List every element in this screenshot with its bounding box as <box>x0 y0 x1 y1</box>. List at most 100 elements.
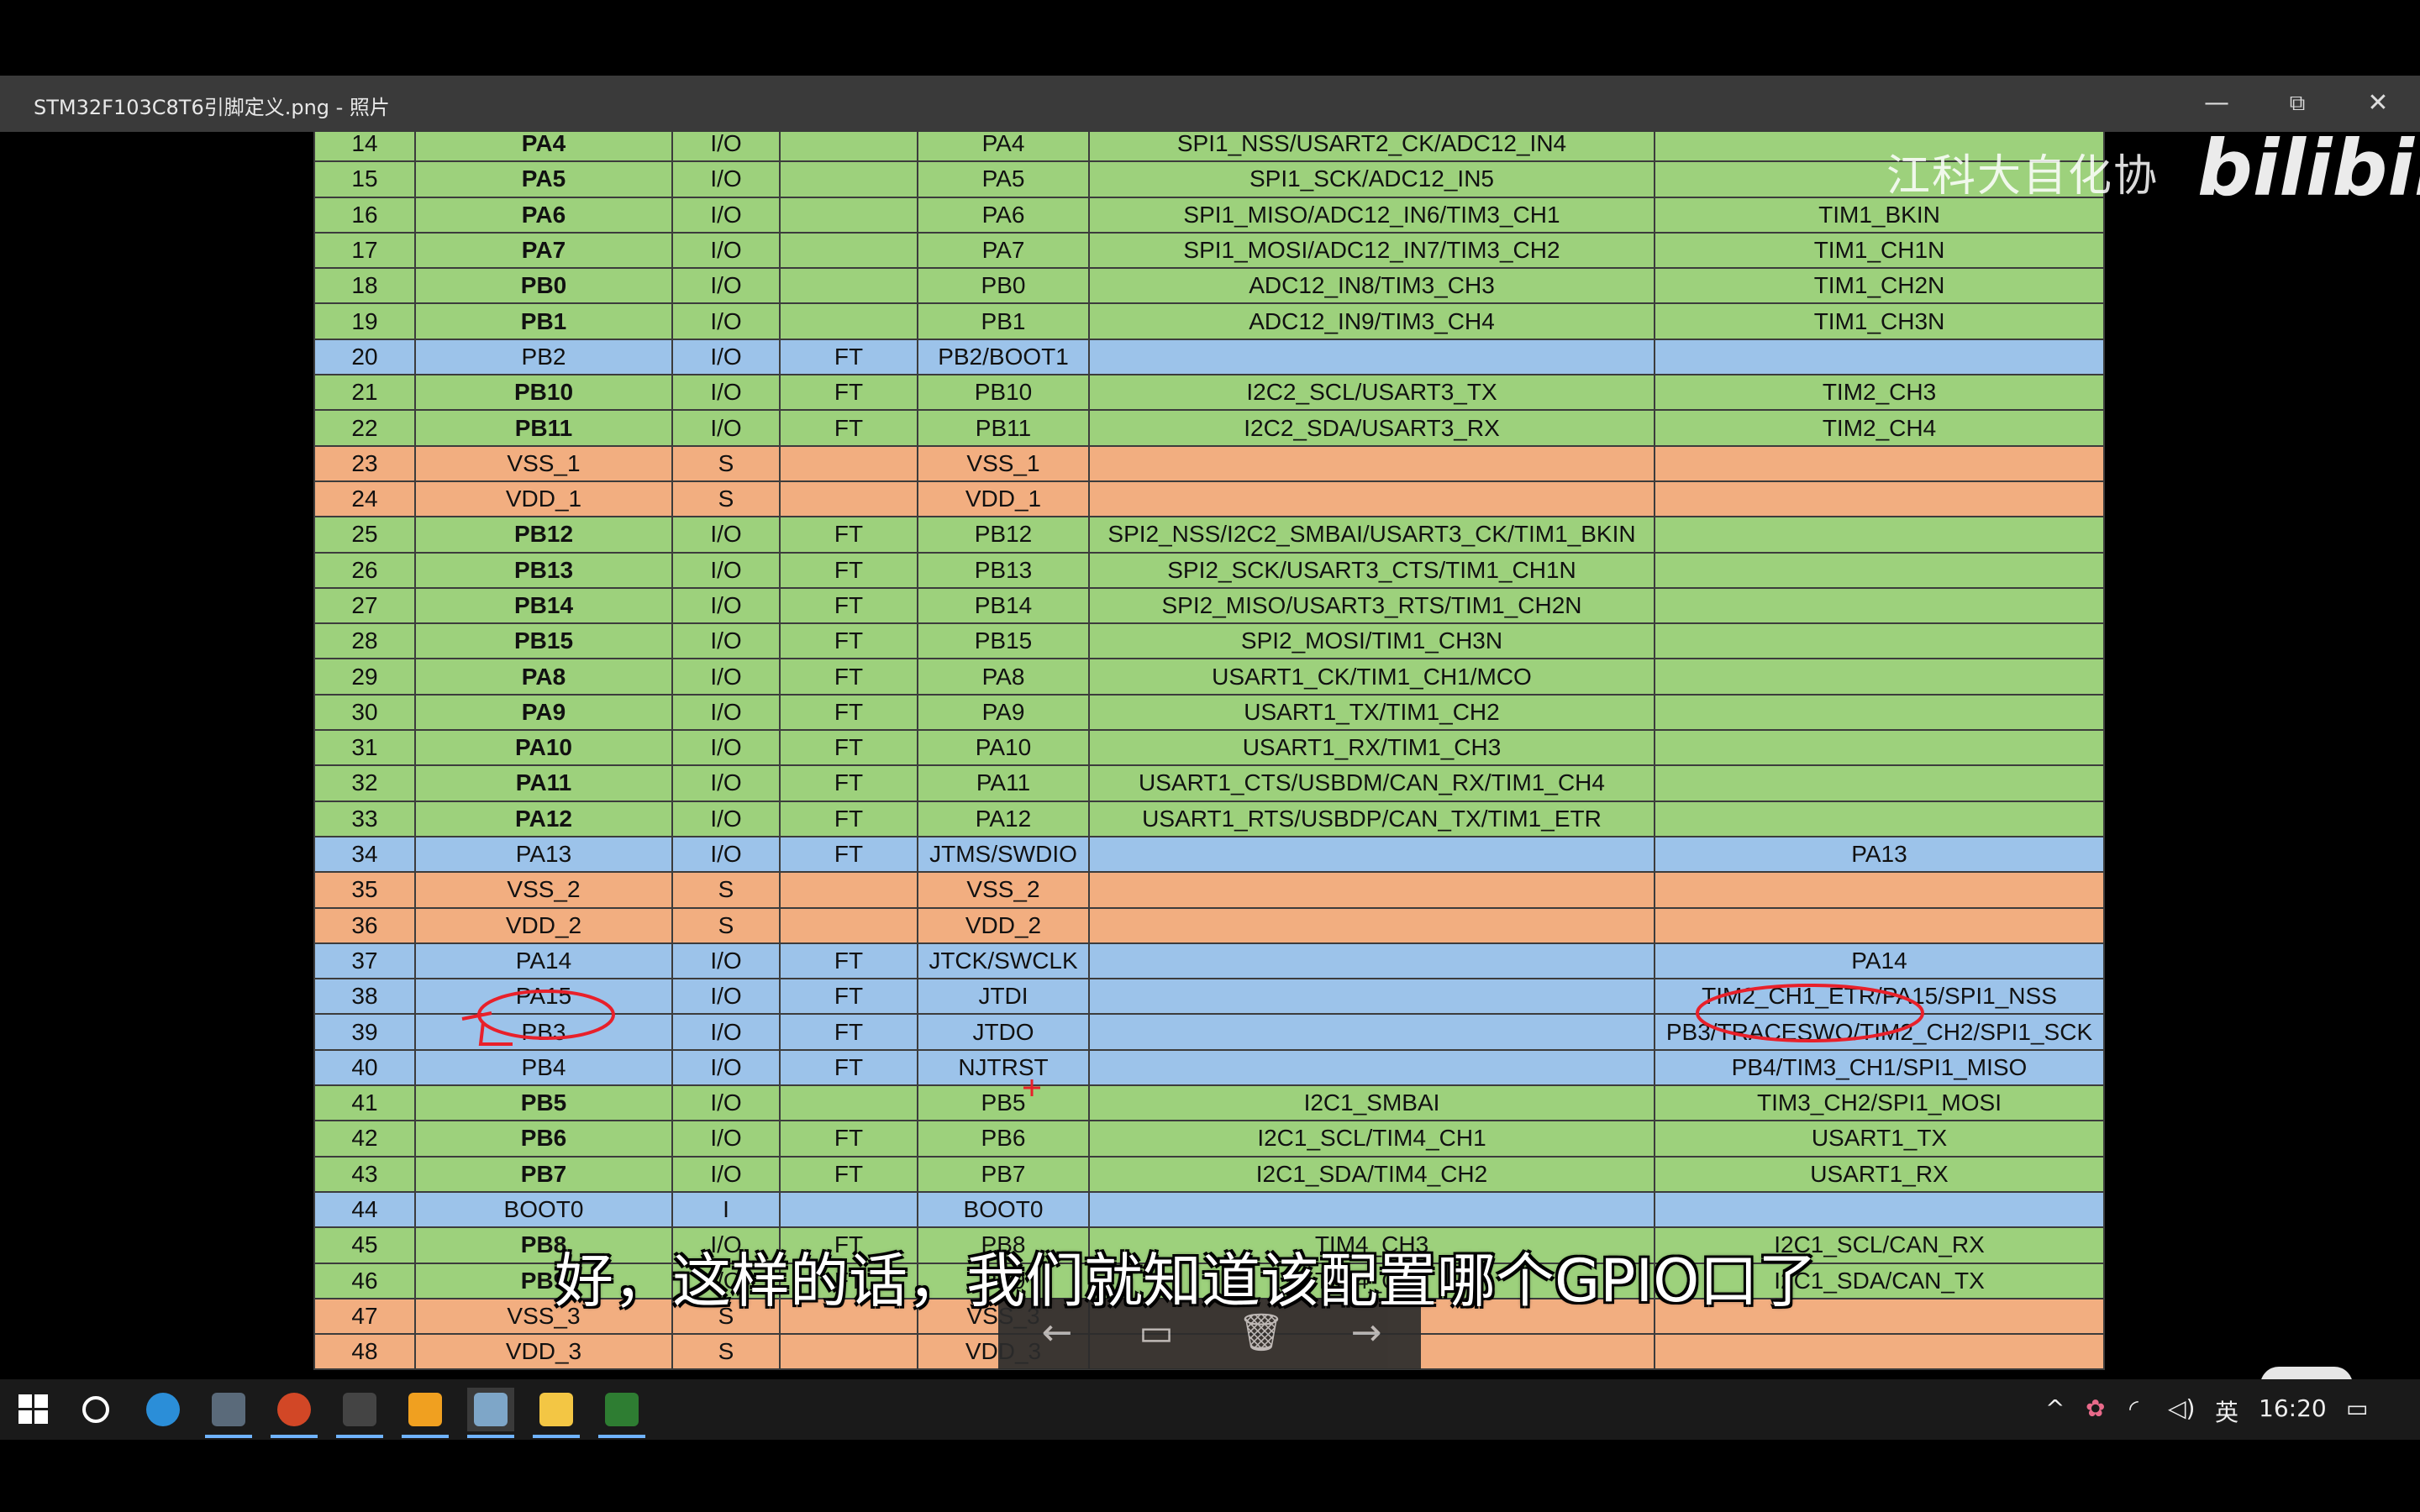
tray-expand-icon[interactable]: ^ <box>2045 1394 2065 1422</box>
table-cell-default <box>1088 978 1655 1016</box>
table-cell-level: FT <box>779 1155 918 1193</box>
table-cell-pin: PA9 <box>414 693 673 732</box>
bilibili-tv-icon[interactable] <box>2260 1367 2353 1379</box>
table-cell-num: 15 <box>313 160 416 198</box>
orange-app-icon[interactable] <box>402 1388 449 1438</box>
table-cell-default <box>1088 835 1655 874</box>
table-cell-num: 20 <box>313 338 416 376</box>
table-cell-pin: VDD_1 <box>414 480 673 518</box>
table-cell-num: 39 <box>313 1013 416 1051</box>
close-icon[interactable]: ✕ <box>2353 82 2403 124</box>
table-cell-type: I/O <box>671 132 781 163</box>
table-row: 15 PA5 I/O PA5 SPI1_SCK/ADC12_IN5 <box>313 160 2105 198</box>
table-cell-pin: PA11 <box>414 764 673 802</box>
windows-taskbar: ^ ✿ ◜ ◁) 英 16:20 ▭ <box>0 1379 2420 1440</box>
edge-browser-icon[interactable] <box>139 1388 187 1431</box>
table-cell-type: I/O <box>671 658 781 696</box>
table-cell-type: I/O <box>671 302 781 340</box>
table-row: 30 PA9 I/O FT PA9 USART1_TX/TIM1_CH2 <box>313 693 2105 732</box>
table-row: 21 PB10 I/O FT PB10 I2C2_SCL/USART3_TX TIM2_CH… <box>313 374 2105 412</box>
table-cell-remap <box>1654 871 2105 909</box>
start-menu-icon[interactable] <box>10 1388 57 1431</box>
notification-center-icon[interactable]: ▭ <box>2346 1394 2368 1422</box>
table-cell-type: I/O <box>671 196 781 234</box>
file-explorer-icon[interactable] <box>533 1388 580 1438</box>
table-cell-num: 45 <box>313 1226 416 1264</box>
table-cell-default <box>1088 871 1655 909</box>
minimize-icon[interactable]: — <box>2191 82 2242 124</box>
camera-app-icon[interactable] <box>205 1388 252 1438</box>
table-cell-default: I2C1_SMBAI <box>1088 1084 1655 1122</box>
excel-like-app-icon[interactable] <box>598 1388 645 1438</box>
table-cell-num: 38 <box>313 978 416 1016</box>
table-cell-type: I/O <box>671 231 781 270</box>
table-cell-remap: TIM2_CH4 <box>1654 409 2105 447</box>
tray-app-icon[interactable]: ✿ <box>2086 1394 2105 1422</box>
table-cell-main: NJTRST <box>917 1048 1090 1087</box>
table-cell-level: FT <box>779 516 918 554</box>
table-cell-type: I/O <box>671 516 781 554</box>
table-cell-main: PB2/BOOT1 <box>917 338 1090 376</box>
table-row: 24 VDD_1 S VDD_1 <box>313 480 2105 518</box>
table-cell-pin: VDD_2 <box>414 906 673 944</box>
table-cell-pin: PA5 <box>414 160 673 198</box>
table-cell-main: PB13 <box>917 551 1090 589</box>
table-cell-num: 42 <box>313 1120 416 1158</box>
table-cell-type: I/O <box>671 1155 781 1193</box>
search-circle-icon[interactable] <box>72 1388 119 1431</box>
table-cell-level <box>779 1190 918 1229</box>
table-cell-main: JTCK/SWCLK <box>917 942 1090 980</box>
table-cell-level: FT <box>779 551 918 589</box>
photos-app-icon[interactable] <box>467 1388 514 1438</box>
ide-app-icon[interactable] <box>336 1388 383 1438</box>
table-cell-pin: PA12 <box>414 800 673 837</box>
table-cell-remap: PA14 <box>1654 942 2105 980</box>
restore-icon[interactable]: ⧉ <box>2272 82 2323 124</box>
table-cell-level <box>779 480 918 518</box>
table-cell-pin: PB6 <box>414 1120 673 1158</box>
table-cell-level: FT <box>779 978 918 1016</box>
table-cell-remap: TIM3_CH2/SPI1_MOSI <box>1654 1084 2105 1122</box>
clock[interactable]: 16:20 <box>2259 1394 2327 1422</box>
table-cell-num: 35 <box>313 871 416 909</box>
table-cell-main: PA8 <box>917 658 1090 696</box>
table-cell-num: 18 <box>313 267 416 305</box>
table-cell-num: 25 <box>313 516 416 554</box>
table-cell-level: FT <box>779 800 918 837</box>
volume-icon[interactable]: ◁) <box>2168 1394 2195 1422</box>
table-cell-num: 21 <box>313 374 416 412</box>
table-row: 29 PA8 I/O FT PA8 USART1_CK/TIM1_CH1/MCO <box>313 658 2105 696</box>
table-cell-num: 34 <box>313 835 416 874</box>
table-cell-default: SPI1_SCK/ADC12_IN5 <box>1088 160 1655 198</box>
table-cell-level: FT <box>779 338 918 376</box>
table-cell-type: I/O <box>671 267 781 305</box>
table-cell-pin: BOOT0 <box>414 1190 673 1229</box>
table-cell-type: I/O <box>671 622 781 660</box>
table-cell-remap: PB3/TRACESWO/TIM2_CH2/SPI1_SCK <box>1654 1013 2105 1051</box>
table-cell-default <box>1088 1048 1655 1087</box>
table-cell-default: SPI2_SCK/USART3_CTS/TIM1_CH1N <box>1088 551 1655 589</box>
input-method-indicator[interactable]: 英 <box>2215 1394 2238 1428</box>
table-cell-pin: PB0 <box>414 267 673 305</box>
network-icon[interactable]: ◜ <box>2129 1394 2139 1422</box>
table-cell-level <box>779 871 918 909</box>
table-row: 40 PB4 I/O FT NJTRST PB4/TIM3_CH1/SPI1_MISO <box>313 1048 2105 1087</box>
table-cell-main: PA5 <box>917 160 1090 198</box>
table-cell-level: FT <box>779 586 918 625</box>
table-cell-pin: PB4 <box>414 1048 673 1087</box>
powerpoint-icon[interactable] <box>271 1388 318 1438</box>
table-row: 41 PB5 I/O PB5 I2C1_SMBAI TIM3_CH2/SPI1_MOSI <box>313 1084 2105 1122</box>
table-cell-remap: USART1_TX <box>1654 1120 2105 1158</box>
table-row: 43 PB7 I/O FT PB7 I2C1_SDA/TIM4_CH2 USART1_RX <box>313 1155 2105 1193</box>
table-cell-pin: PA7 <box>414 231 673 270</box>
table-cell-default <box>1088 942 1655 980</box>
table-cell-num: 28 <box>313 622 416 660</box>
table-cell-num: 17 <box>313 231 416 270</box>
table-cell-type: I/O <box>671 729 781 767</box>
table-row: 28 PB15 I/O FT PB15 SPI2_MOSI/TIM1_CH3N <box>313 622 2105 660</box>
table-cell-level: FT <box>779 729 918 767</box>
table-cell-remap: USART1_RX <box>1654 1155 2105 1193</box>
table-cell-default: USART1_RX/TIM1_CH3 <box>1088 729 1655 767</box>
table-cell-num: 41 <box>313 1084 416 1122</box>
table-cell-main: PA11 <box>917 764 1090 802</box>
